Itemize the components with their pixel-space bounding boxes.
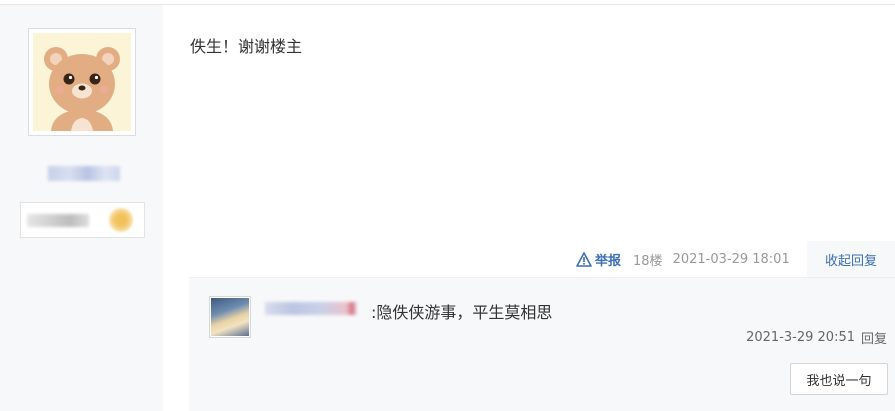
username-redacted[interactable] [48, 166, 120, 181]
report-label: 举报 [595, 253, 622, 269]
user-level-box [20, 202, 145, 238]
reply-content: :隐佚侠游事，平生莫相思 [371, 299, 552, 323]
collapse-replies-button[interactable]: 收起回复 [807, 241, 895, 277]
bear-avatar-image [33, 33, 131, 131]
reply-meta: 2021-3-29 20:51 回复 [746, 328, 887, 347]
warning-triangle-icon [576, 251, 592, 267]
reply-link[interactable]: 回复 [861, 328, 887, 347]
bear-icon [33, 33, 131, 131]
post-meta-bar: 举报 18楼 2021-03-29 18:01 收起回复 [560, 241, 895, 277]
report-link[interactable]: 举报 [576, 250, 621, 269]
floor-number: 18楼 [633, 253, 663, 269]
post-content: 佚生！谢谢楼主 [190, 37, 303, 56]
reply-avatar-image [211, 298, 249, 336]
level-label-redacted [27, 214, 89, 227]
user-avatar[interactable] [28, 28, 136, 136]
reply-avatar[interactable] [209, 296, 251, 338]
post-page: 佚生！谢谢楼主 举报 18楼 2021-03-29 18:01 收起回复 :隐佚… [0, 0, 895, 411]
reply-section: :隐佚侠游事，平生莫相思 2021-3-29 20:51 回复 我也说一句 [189, 277, 895, 411]
level-badge-icon[interactable] [109, 208, 133, 232]
user-sidebar [0, 5, 163, 411]
add-comment-button[interactable]: 我也说一句 [790, 363, 888, 395]
post-timestamp: 2021-03-29 18:01 [672, 251, 790, 267]
reply-timestamp: 2021-3-29 20:51 [746, 330, 855, 345]
reply-text: 隐佚侠游事，平生莫相思 [376, 303, 553, 322]
reply-username-redacted[interactable] [265, 302, 357, 315]
